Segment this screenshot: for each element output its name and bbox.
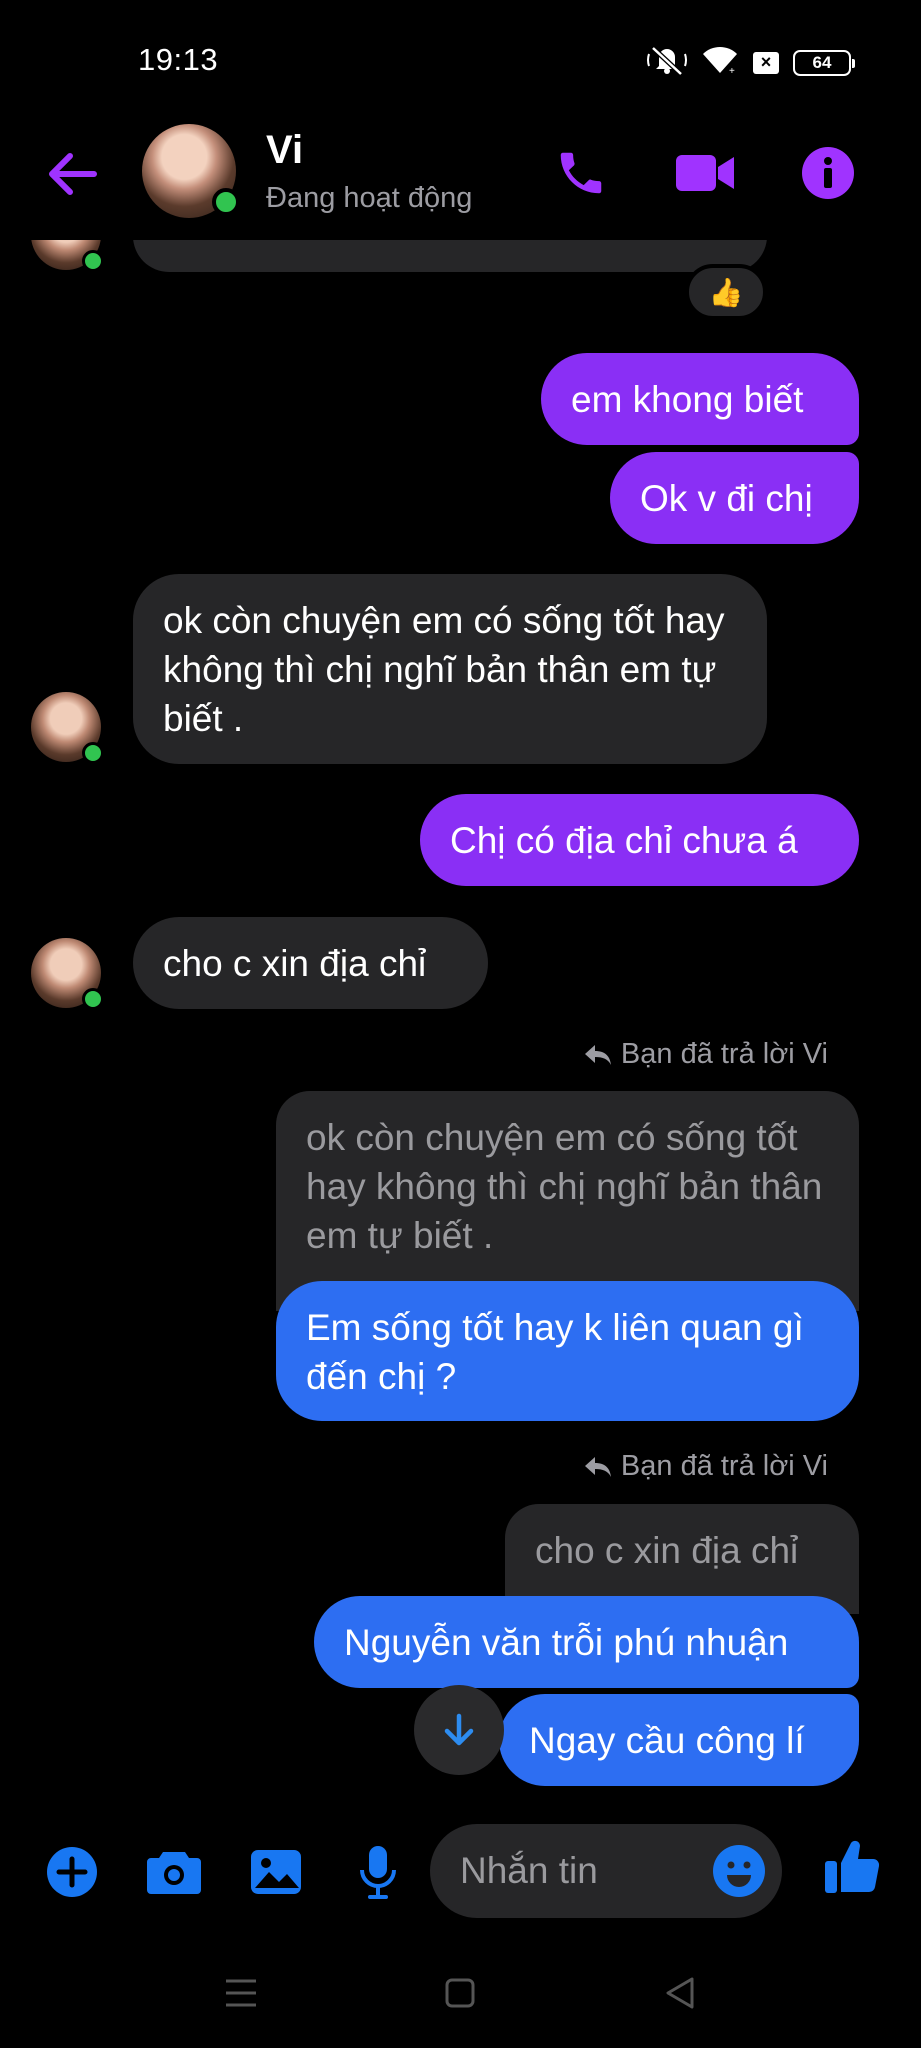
plus-circle-icon — [47, 1847, 97, 1897]
message-bubble-outgoing[interactable]: Chị có địa chỉ chưa á — [420, 794, 859, 886]
message-list[interactable]: 👍 em khong biết Ok v đi chị ok còn chuyệ… — [0, 240, 921, 1810]
no-sim-icon: × — [753, 51, 779, 74]
message-text: em khong biết — [571, 379, 804, 420]
message-bubble-outgoing[interactable]: Nguyễn văn trỗi phú nhuận — [314, 1596, 859, 1688]
recent-apps-button[interactable] — [216, 1973, 266, 2013]
contact-name[interactable]: Vi — [266, 128, 303, 173]
message-composer — [0, 1810, 921, 1930]
chat-header: Vi Đang hoạt động — [0, 110, 921, 240]
message-text: cho c xin địa chỉ — [163, 943, 427, 984]
triangle-back-icon — [666, 1977, 694, 2009]
status-time: 19:13 — [138, 42, 219, 77]
message-text: Ok v đi chị — [640, 478, 813, 519]
message-bubble-outgoing[interactable]: Em sống tốt hay k liên quan gì đến chị ? — [276, 1281, 859, 1421]
menu-lines-icon — [226, 1979, 256, 2007]
emoji-button[interactable] — [712, 1844, 766, 1898]
microphone-icon — [360, 1846, 396, 1899]
quoted-text: ok còn chuyện em có sống tốt hay không t… — [306, 1117, 823, 1256]
video-call-button[interactable] — [672, 140, 738, 206]
quoted-text: cho c xin địa chỉ — [535, 1530, 799, 1571]
reaction-badge[interactable]: 👍 — [685, 264, 767, 320]
info-button[interactable] — [795, 140, 861, 206]
sender-avatar[interactable] — [31, 938, 104, 1010]
gallery-button[interactable] — [246, 1842, 306, 1902]
back-button[interactable] — [44, 146, 100, 202]
battery-level: 64 — [812, 52, 832, 72]
message-bubble-outgoing[interactable]: Ngay cầu công lí — [499, 1694, 859, 1786]
system-navigation-bar — [0, 1935, 921, 2048]
battery-icon: 64 — [793, 49, 855, 76]
sender-avatar[interactable] — [31, 240, 104, 272]
online-indicator — [82, 988, 104, 1010]
smiley-icon — [713, 1845, 765, 1897]
status-icons: + × 64 — [647, 44, 855, 81]
online-indicator — [212, 188, 240, 216]
message-text: Ngay cầu công lí — [529, 1720, 805, 1761]
thumbs-up-icon — [825, 1840, 880, 1893]
voice-message-button[interactable] — [348, 1842, 408, 1902]
quoted-message[interactable]: ok còn chuyện em có sống tốt hay không t… — [276, 1091, 859, 1311]
contact-avatar[interactable] — [142, 124, 240, 218]
svg-text:+: + — [729, 66, 735, 75]
message-bubble-outgoing[interactable]: em khong biết — [541, 353, 859, 445]
thumbs-up-reaction: 👍 — [708, 276, 744, 308]
home-button[interactable] — [435, 1973, 485, 2013]
message-text: Em sống tốt hay k liên quan gì đến chị ? — [306, 1307, 804, 1397]
info-icon — [802, 147, 854, 199]
active-status: Đang hoạt động — [266, 182, 473, 214]
square-icon — [445, 1978, 475, 2008]
like-button[interactable] — [822, 1836, 882, 1896]
sender-avatar[interactable] — [31, 692, 104, 764]
message-bubble-incoming[interactable]: cho c xin địa chỉ — [133, 917, 488, 1009]
arrow-down-icon — [444, 1713, 474, 1746]
arrow-left-icon — [49, 153, 97, 195]
more-actions-button[interactable] — [42, 1842, 102, 1902]
message-bubble-partial[interactable] — [133, 240, 767, 272]
wifi-icon: + — [701, 45, 739, 80]
reply-arrow-icon — [584, 1044, 611, 1065]
camera-button[interactable] — [144, 1842, 204, 1902]
reply-label: Bạn đã trả lời Vi — [583, 1038, 828, 1071]
online-indicator — [82, 250, 104, 272]
back-nav-button[interactable] — [655, 1973, 705, 2013]
message-text: Nguyễn văn trỗi phú nhuận — [344, 1622, 789, 1663]
reply-label: Bạn đã trả lời Vi — [583, 1450, 828, 1483]
image-icon — [251, 1850, 301, 1894]
message-bubble-incoming[interactable]: ok còn chuyện em có sống tốt hay không t… — [133, 574, 767, 764]
video-camera-icon — [676, 155, 734, 191]
camera-icon — [147, 1852, 201, 1894]
voice-call-button[interactable] — [548, 140, 614, 206]
mute-vibrate-icon — [647, 44, 687, 81]
status-bar: 19:13 + × 64 — [0, 0, 921, 110]
phone-icon — [560, 152, 602, 194]
reply-arrow-icon — [584, 1456, 611, 1477]
message-text: ok còn chuyện em có sống tốt hay không t… — [163, 600, 725, 739]
message-text: Chị có địa chỉ chưa á — [450, 820, 798, 861]
online-indicator — [82, 742, 104, 764]
message-bubble-outgoing[interactable]: Ok v đi chị — [610, 452, 859, 544]
scroll-to-bottom-button[interactable] — [414, 1685, 504, 1775]
